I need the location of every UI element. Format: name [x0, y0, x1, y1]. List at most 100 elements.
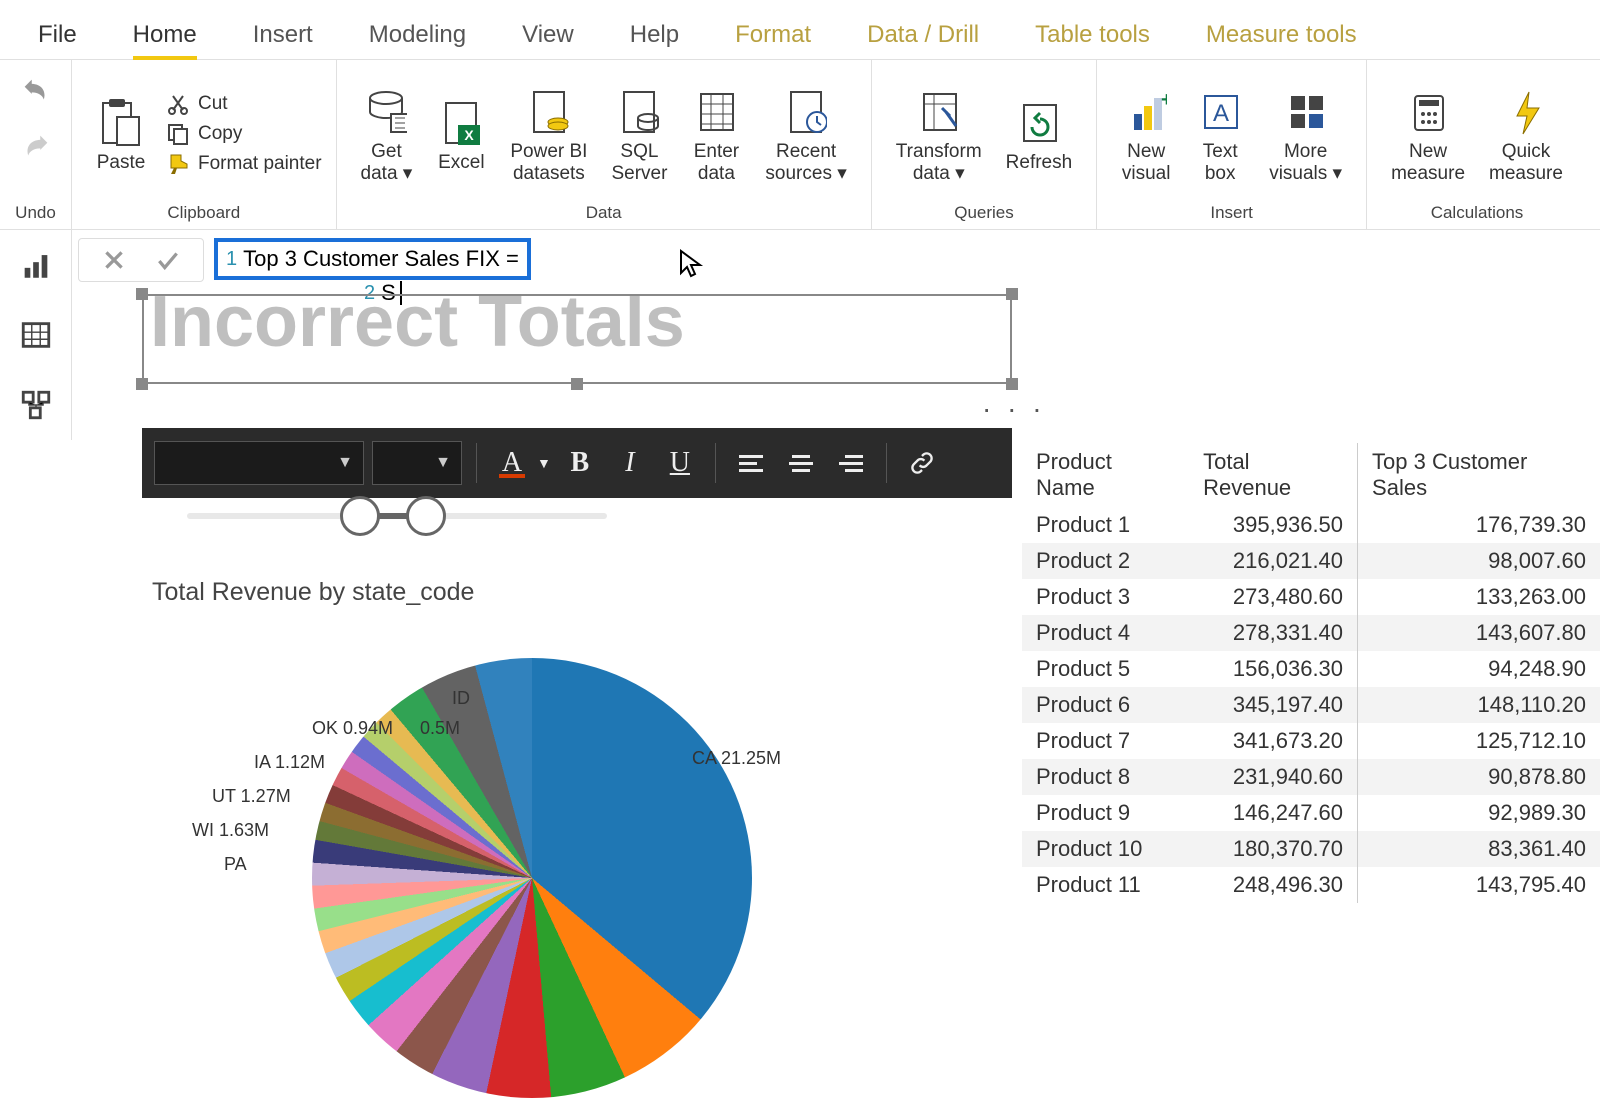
cell-revenue: 341,673.20 [1189, 723, 1357, 759]
cell-top3: 133,263.00 [1358, 579, 1600, 615]
cell-product: Product 5 [1022, 651, 1189, 687]
align-center-button[interactable] [780, 442, 822, 484]
data-view-icon[interactable] [0, 300, 71, 370]
cell-top3: 143,607.80 [1358, 615, 1600, 651]
font-size-select[interactable]: ▼ [372, 441, 462, 485]
resize-handle[interactable] [1006, 288, 1018, 300]
cell-revenue: 273,480.60 [1189, 579, 1357, 615]
table-row[interactable]: Product 3273,480.60133,263.00 [1022, 579, 1600, 615]
table-row[interactable]: Product 10180,370.7083,361.40 [1022, 831, 1600, 867]
table-row[interactable]: Product 2216,021.4098,007.60 [1022, 543, 1600, 579]
cell-product: Product 7 [1022, 723, 1189, 759]
new-visual-button[interactable]: +New visual [1111, 79, 1181, 189]
bold-button[interactable]: B [559, 442, 601, 484]
menu-measure-tools[interactable]: Measure tools [1178, 13, 1385, 59]
model-view-icon[interactable] [0, 370, 71, 440]
cell-product: Product 6 [1022, 687, 1189, 723]
quick-measure-button[interactable]: Quick measure [1479, 79, 1573, 189]
enter-data-button[interactable]: Enter data [681, 79, 751, 189]
excel-button[interactable]: XExcel [426, 90, 496, 178]
table-row[interactable]: Product 5156,036.3094,248.90 [1022, 651, 1600, 687]
ribbon-label-insert: Insert [1210, 199, 1253, 227]
refresh-button[interactable]: Refresh [996, 90, 1083, 178]
paste-button[interactable]: Paste [86, 90, 156, 178]
table-row[interactable]: Product 8231,940.6090,878.80 [1022, 759, 1600, 795]
cell-revenue: 180,370.70 [1189, 831, 1357, 867]
visual-more-options-icon[interactable]: · · · [982, 393, 1046, 425]
resize-handle[interactable] [1006, 378, 1018, 390]
report-view-icon[interactable] [0, 230, 71, 300]
new-measure-button[interactable]: New measure [1381, 79, 1475, 189]
underline-button[interactable]: U [659, 442, 701, 484]
sql-server-button[interactable]: SQL Server [601, 79, 677, 189]
text-box-button[interactable]: AText box [1185, 79, 1255, 189]
cell-top3: 176,739.30 [1358, 507, 1600, 543]
ribbon-label-data: Data [586, 199, 622, 227]
hyperlink-button[interactable] [901, 442, 943, 484]
font-color-button[interactable]: A [491, 442, 533, 484]
menu-insert[interactable]: Insert [225, 13, 341, 59]
menu-file[interactable]: File [10, 13, 105, 59]
cell-revenue: 248,496.30 [1189, 867, 1357, 903]
table-row[interactable]: Product 4278,331.40143,607.80 [1022, 615, 1600, 651]
cell-top3: 83,361.40 [1358, 831, 1600, 867]
undo-button[interactable] [13, 68, 59, 114]
product-revenue-table[interactable]: Product Name Total Revenue Top 3 Custome… [1022, 443, 1600, 903]
transform-data-button[interactable]: Transform data ▾ [886, 79, 992, 189]
slicer-thumb-left[interactable] [340, 496, 380, 536]
cell-revenue: 395,936.50 [1189, 507, 1357, 543]
col-product-name[interactable]: Product Name [1022, 443, 1189, 507]
italic-button[interactable]: I [609, 442, 651, 484]
col-top3-sales[interactable]: Top 3 Customer Sales [1358, 443, 1600, 507]
pie-label-ut: UT 1.27M [212, 786, 291, 807]
ribbon-group-calculations: New measure Quick measure Calculations [1367, 60, 1587, 229]
ribbon-group-insert: +New visual AText box More visuals ▾ Ins… [1097, 60, 1367, 229]
cell-revenue: 156,036.30 [1189, 651, 1357, 687]
cell-top3: 98,007.60 [1358, 543, 1600, 579]
slicer-thumb-right[interactable] [406, 496, 446, 536]
cell-product: Product 9 [1022, 795, 1189, 831]
redo-button[interactable] [13, 124, 59, 170]
cut-button[interactable]: Cut [166, 92, 322, 116]
menu-modeling[interactable]: Modeling [341, 13, 494, 59]
menu-table-tools[interactable]: Table tools [1007, 13, 1178, 59]
resize-handle[interactable] [136, 378, 148, 390]
title-text-box[interactable]: Incorrect Totals [142, 294, 1012, 384]
table-row[interactable]: Product 11248,496.30143,795.40 [1022, 867, 1600, 903]
powerbi-datasets-button[interactable]: Power BI datasets [500, 79, 597, 189]
copy-button[interactable]: Copy [166, 122, 322, 146]
table-row[interactable]: Product 6345,197.40148,110.20 [1022, 687, 1600, 723]
menu-data-drill[interactable]: Data / Drill [839, 13, 1007, 59]
ribbon-label-undo: Undo [15, 199, 56, 227]
more-visuals-button[interactable]: More visuals ▾ [1259, 79, 1352, 189]
table-row[interactable]: Product 7341,673.20125,712.10 [1022, 723, 1600, 759]
resize-handle[interactable] [571, 378, 583, 390]
font-family-select[interactable]: ▼ [154, 441, 364, 485]
ribbon-label-clipboard: Clipboard [167, 199, 240, 227]
chevron-down-icon[interactable]: ▼ [537, 455, 551, 471]
table-row[interactable]: Product 1395,936.50176,739.30 [1022, 507, 1600, 543]
cell-revenue: 345,197.40 [1189, 687, 1357, 723]
menu-view[interactable]: View [494, 13, 602, 59]
format-painter-button[interactable]: Format painter [166, 152, 322, 176]
menu-home[interactable]: Home [105, 13, 225, 59]
resize-handle[interactable] [136, 288, 148, 300]
view-switcher [0, 230, 72, 440]
table-row[interactable]: Product 9146,247.6092,989.30 [1022, 795, 1600, 831]
cell-revenue: 216,021.40 [1189, 543, 1357, 579]
cell-product: Product 1 [1022, 507, 1189, 543]
col-total-revenue[interactable]: Total Revenue [1189, 443, 1357, 507]
cell-product: Product 11 [1022, 867, 1189, 903]
get-data-button[interactable]: Get data ▾ [351, 79, 423, 189]
align-right-button[interactable] [830, 442, 872, 484]
cell-top3: 125,712.10 [1358, 723, 1600, 759]
cell-revenue: 231,940.60 [1189, 759, 1357, 795]
recent-sources-button[interactable]: Recent sources ▾ [755, 79, 856, 189]
menu-format[interactable]: Format [707, 13, 839, 59]
pie-chart-title: Total Revenue by state_code [152, 578, 474, 607]
align-left-button[interactable] [730, 442, 772, 484]
menu-help[interactable]: Help [602, 13, 707, 59]
cell-product: Product 3 [1022, 579, 1189, 615]
cell-product: Product 2 [1022, 543, 1189, 579]
ribbon-label-calculations: Calculations [1431, 199, 1524, 227]
